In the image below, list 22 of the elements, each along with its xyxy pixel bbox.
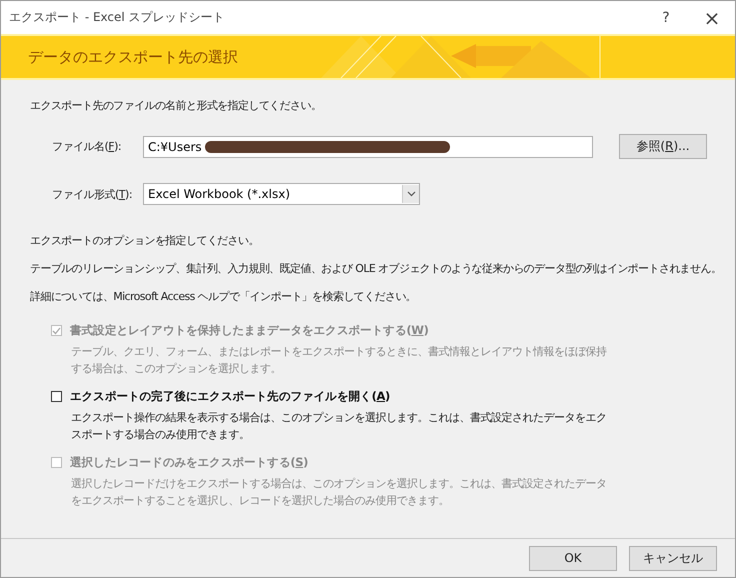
- file-name-label: ファイル名(F):: [51, 139, 122, 154]
- note-text: エクスポートのオプションを指定してください。: [30, 233, 259, 249]
- checkbox[interactable]: [51, 391, 62, 402]
- close-button[interactable]: ×: [689, 1, 735, 34]
- option-description: テーブル、クエリ、フォーム、またはレポートをエクスポートするときに、書式情報とレイアウト情報をほぼ保持する場合は、このオプションを選択します。: [71, 344, 608, 377]
- window-title: エクスポート - Excel スプレッドシート: [9, 9, 226, 26]
- option-description: 選択したレコードだけをエクスポートする場合は、このオプションを選択します。これは、書式設定されたデータをエクスポートすることを選択し、レコードを選択した場合のみ使用できます。: [71, 476, 608, 509]
- file-format-label: ファイル形式(T):: [51, 186, 134, 202]
- option-label: 選択したレコードのみをエクスポートする(S): [70, 455, 308, 470]
- instruction-text: エクスポート先のファイルの名前と形式を指定してください。: [30, 98, 322, 114]
- option-label: エクスポートの完了後にエクスポート先のファイルを開く(A): [70, 389, 390, 404]
- browse-button[interactable]: 参照(R)...: [619, 134, 707, 159]
- file-name-field[interactable]: C:¥Users: [143, 136, 593, 158]
- file-format-dropdown[interactable]: Excel Workbook (*.xlsx): [143, 183, 420, 205]
- header-title: データのエクスポート先の選択: [27, 48, 239, 66]
- note-text: テーブルのリレーションシップ、集計列、入力規則、既定値、および OLE オブジェクトのような従来からのデータ型の列はインポートされません。: [30, 261, 722, 277]
- dialog-button[interactable]: キャンセル: [629, 546, 717, 570]
- note-text: 詳細については、Microsoft Access ヘルプで「インポート」を検索してください。: [30, 289, 416, 305]
- option-description: エクスポート操作の結果を表示する場合は、このオプションを選択します。これは、書式設定されたデータをエクスポートする場合のみ使用できます。: [71, 410, 608, 443]
- dialog-button[interactable]: OK: [529, 546, 617, 570]
- option-label: 書式設定とレイアウトを保持したままデータをエクスポートする(W): [70, 323, 428, 338]
- help-button[interactable]: ?: [643, 1, 689, 34]
